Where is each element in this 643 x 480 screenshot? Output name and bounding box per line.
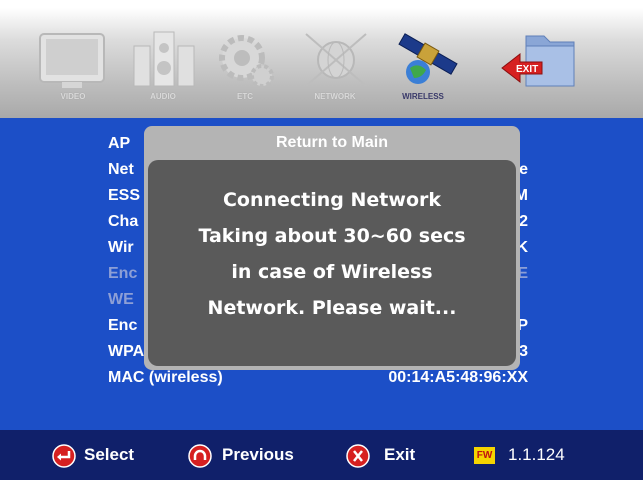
dialog-line-4: Network. Please wait... (207, 297, 457, 319)
setting-label-essid[interactable]: ESS (108, 184, 140, 208)
menu-video-label: VIDEO (60, 92, 86, 101)
menu-network-label: NETWORK (314, 92, 356, 101)
exit-label: Exit (384, 445, 416, 464)
previous-label: Previous (222, 445, 294, 464)
exit-folder-icon: EXIT (501, 35, 575, 87)
gears-icon (219, 35, 274, 88)
setting-value-network: e (519, 161, 528, 178)
menu-wireless-label: WIRELESS (402, 92, 444, 101)
top-menu-bar: VIDEO AUDIO ETC NETWORK WIRELESS EXIT (0, 0, 643, 118)
globe-icon (305, 33, 367, 87)
menu-network[interactable]: NETWORK (290, 28, 380, 108)
dialog-line-3: in case of Wireless (231, 261, 433, 283)
svg-text:EXIT: EXIT (516, 64, 538, 75)
setting-label-wireless[interactable]: Wir (108, 236, 134, 260)
enter-key-icon (52, 444, 76, 468)
menu-video[interactable]: VIDEO (28, 28, 118, 108)
menu-etc[interactable]: ETC (200, 28, 290, 108)
connecting-dialog: Return to Main Connecting Network Taking… (144, 126, 520, 370)
setting-label-network[interactable]: Net (108, 158, 134, 182)
menu-exit[interactable]: EXIT (496, 28, 586, 108)
dialog-line-1: Connecting Network (222, 189, 442, 211)
footer-hint-bar: Select Previous Exit FW 1.1.124 (0, 430, 643, 480)
menu-audio[interactable]: AUDIO (118, 28, 208, 108)
dialog-title[interactable]: Return to Main (144, 132, 520, 154)
dialog-line-2: Taking about 30~60 secs (198, 225, 466, 247)
firmware-version: 1.1.124 (508, 445, 565, 464)
menu-audio-label: AUDIO (150, 92, 176, 101)
setting-label-encryption: Enc (108, 265, 138, 282)
menu-etc-label: ETC (237, 92, 253, 101)
setting-label-encryption-2[interactable]: Enc (108, 314, 137, 338)
x-key-icon (346, 444, 370, 468)
dialog-body: Connecting Network Taking about 30~60 se… (148, 160, 516, 366)
firmware-badge: FW (474, 447, 495, 464)
tv-icon (39, 33, 105, 88)
setting-label-ap[interactable]: AP (108, 132, 130, 156)
setting-value-channel: 2 (519, 213, 528, 230)
return-key-icon (188, 444, 212, 468)
satellite-icon (398, 33, 458, 84)
speakers-icon (133, 31, 195, 87)
select-label: Select (84, 445, 135, 464)
setting-label-channel[interactable]: Cha (108, 210, 138, 234)
menu-wireless[interactable]: WIRELESS (378, 28, 468, 108)
setting-label-wep: WE (108, 291, 134, 308)
